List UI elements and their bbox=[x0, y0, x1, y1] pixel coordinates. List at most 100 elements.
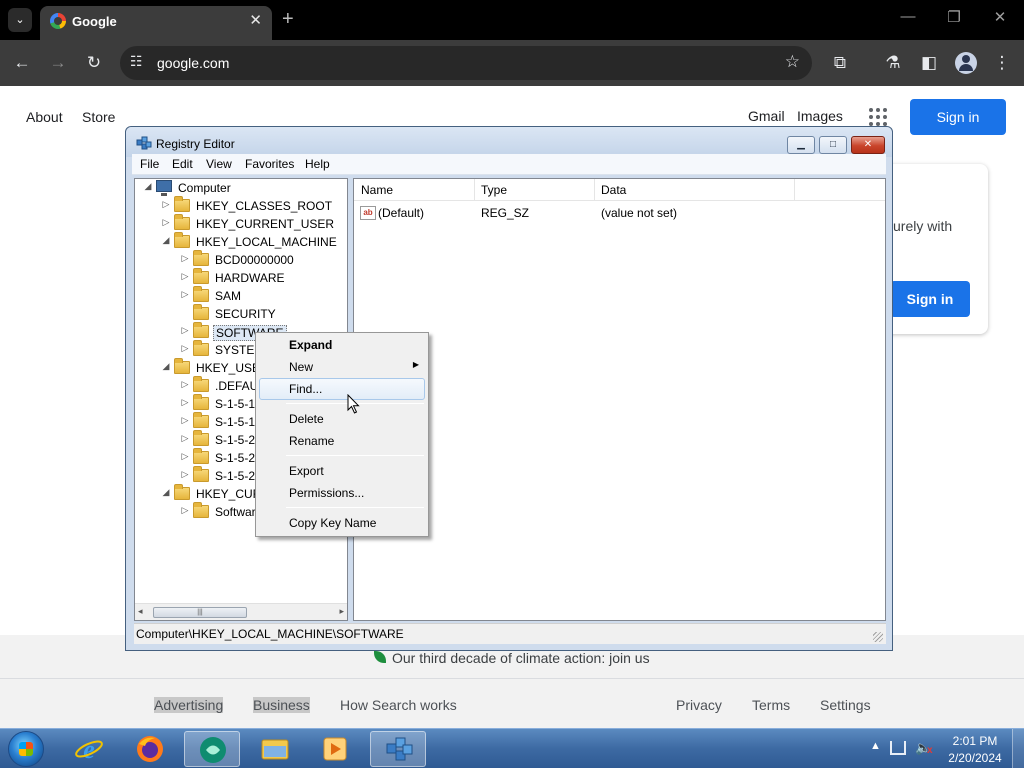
expand-icon[interactable]: ▷ bbox=[161, 199, 171, 210]
reload-icon[interactable]: ↻ bbox=[83, 52, 105, 74]
expand-icon[interactable]: ▷ bbox=[180, 325, 190, 336]
close-tab-icon[interactable]: ✕ bbox=[249, 11, 262, 29]
start-button[interactable] bbox=[8, 731, 44, 767]
show-desktop-button[interactable] bbox=[1012, 729, 1024, 768]
about-link[interactable]: About bbox=[26, 109, 63, 125]
taskbar-chat-app[interactable] bbox=[184, 731, 240, 767]
tree-node-label[interactable]: .DEFAU bbox=[213, 379, 260, 393]
resize-grip-icon[interactable] bbox=[873, 632, 883, 642]
tree-node-label[interactable]: S-1-5-1 bbox=[213, 397, 257, 411]
column-divider[interactable] bbox=[474, 179, 475, 200]
column-type[interactable]: Type bbox=[481, 183, 507, 200]
taskbar-registry-editor[interactable] bbox=[370, 731, 426, 767]
collapse-icon[interactable]: ◢ bbox=[161, 235, 171, 246]
sign-in-button[interactable]: Sign in bbox=[910, 99, 1006, 135]
column-divider[interactable] bbox=[594, 179, 595, 200]
menu-item-export[interactable]: Export bbox=[259, 460, 425, 482]
registry-editor-titlebar[interactable]: Registry Editor ▁ □ ✕ bbox=[126, 127, 892, 157]
business-link[interactable]: Business bbox=[253, 697, 310, 713]
menu-favorites[interactable]: Favorites bbox=[245, 157, 294, 171]
column-divider[interactable] bbox=[794, 179, 795, 200]
tree-node-label[interactable]: HKEY_CUR bbox=[194, 487, 263, 501]
how-search-works-link[interactable]: How Search works bbox=[340, 697, 457, 713]
expand-icon[interactable]: ▷ bbox=[180, 433, 190, 444]
tree-node-label[interactable]: SAM bbox=[213, 289, 243, 303]
store-link[interactable]: Store bbox=[82, 109, 115, 125]
menu-item-delete[interactable]: Delete bbox=[259, 408, 425, 430]
tree-node-label[interactable]: S-1-5-2 bbox=[213, 433, 257, 447]
tab-search-button[interactable]: ⌄ bbox=[8, 8, 32, 32]
bookmark-star-icon[interactable]: ☆ bbox=[785, 52, 800, 72]
close-button[interactable]: ✕ bbox=[851, 136, 885, 154]
tree-node-label[interactable]: S-1-5-2 bbox=[213, 469, 257, 483]
taskbar-file-explorer[interactable] bbox=[247, 731, 303, 767]
menu-item-copy-key-name[interactable]: Copy Key Name bbox=[259, 512, 425, 534]
menu-item-new[interactable]: New ▶ bbox=[259, 356, 425, 378]
forward-icon[interactable]: → bbox=[47, 52, 69, 74]
tree-node-label[interactable]: SECURITY bbox=[213, 307, 278, 321]
expand-icon[interactable]: ▷ bbox=[180, 271, 190, 282]
new-tab-button[interactable]: + bbox=[282, 8, 294, 30]
images-link[interactable]: Images bbox=[797, 108, 843, 124]
menu-item-find[interactable]: Find... bbox=[259, 378, 425, 400]
tree-horizontal-scrollbar[interactable]: ◂ ||| ▸ bbox=[135, 603, 347, 620]
expand-icon[interactable]: ▷ bbox=[180, 343, 190, 354]
collapse-icon[interactable]: ◢ bbox=[161, 487, 171, 498]
advertising-link[interactable]: Advertising bbox=[154, 697, 224, 713]
url-text[interactable]: google.com bbox=[157, 55, 229, 71]
address-bar[interactable]: ☷ google.com ☆ bbox=[120, 46, 812, 80]
menu-item-rename[interactable]: Rename bbox=[259, 430, 425, 452]
extensions-icon[interactable]: ⧉ bbox=[829, 52, 851, 74]
browser-tab[interactable]: Google ✕ bbox=[40, 6, 272, 40]
expand-icon[interactable]: ▷ bbox=[180, 253, 190, 264]
taskbar-media-player[interactable] bbox=[307, 731, 363, 767]
climate-link[interactable]: Our third decade of climate action: join… bbox=[392, 650, 650, 666]
window-close-button[interactable]: ✕ bbox=[990, 8, 1010, 26]
show-hidden-icons-icon[interactable]: ▲ bbox=[870, 740, 881, 752]
tree-node-label[interactable]: Computer bbox=[176, 181, 233, 195]
expand-icon[interactable]: ▷ bbox=[180, 451, 190, 462]
scroll-right-arrow-icon[interactable]: ▸ bbox=[339, 606, 344, 617]
tree-node-label[interactable]: HKEY_CURRENT_USER bbox=[194, 217, 336, 231]
taskbar-internet-explorer[interactable]: e bbox=[61, 731, 117, 767]
tree-node-label[interactable]: HARDWARE bbox=[213, 271, 287, 285]
promo-sign-in-button[interactable]: Sign in bbox=[890, 281, 970, 317]
expand-icon[interactable]: ▷ bbox=[161, 217, 171, 228]
expand-icon[interactable]: ▷ bbox=[180, 289, 190, 300]
collapse-icon[interactable]: ◢ bbox=[143, 181, 153, 192]
menu-help[interactable]: Help bbox=[305, 157, 330, 171]
menu-edit[interactable]: Edit bbox=[172, 157, 193, 171]
settings-link[interactable]: Settings bbox=[820, 697, 871, 713]
window-restore-button[interactable]: ❐ bbox=[944, 8, 964, 26]
value-row[interactable]: ab (Default) REG_SZ (value not set) bbox=[354, 203, 885, 223]
clock-date[interactable]: 2/20/2024 bbox=[944, 751, 1006, 765]
menu-item-expand[interactable]: Expand bbox=[259, 334, 425, 356]
maximize-button[interactable]: □ bbox=[819, 136, 847, 154]
menu-view[interactable]: View bbox=[206, 157, 232, 171]
window-minimize-button[interactable]: — bbox=[898, 8, 918, 25]
expand-icon[interactable]: ▷ bbox=[180, 379, 190, 390]
tree-node-label[interactable]: BCD00000000 bbox=[213, 253, 296, 267]
site-info-icon[interactable]: ☷ bbox=[130, 53, 143, 70]
values-list-pane[interactable]: Name Type Data ab (Default) REG_SZ (valu… bbox=[353, 178, 886, 621]
tree-node-label[interactable]: HKEY_LOCAL_MACHINE bbox=[194, 235, 339, 249]
terms-link[interactable]: Terms bbox=[752, 697, 790, 713]
clock-time[interactable]: 2:01 PM bbox=[950, 734, 1000, 748]
back-icon[interactable]: ← bbox=[11, 52, 33, 74]
scrollbar-thumb[interactable]: ||| bbox=[153, 607, 247, 618]
tree-node-label[interactable]: HKEY_CLASSES_ROOT bbox=[194, 199, 334, 213]
privacy-link[interactable]: Privacy bbox=[676, 697, 722, 713]
network-icon[interactable] bbox=[890, 741, 906, 755]
gmail-link[interactable]: Gmail bbox=[748, 108, 785, 124]
taskbar-firefox[interactable] bbox=[122, 731, 178, 767]
expand-icon[interactable]: ▷ bbox=[180, 415, 190, 426]
minimize-button[interactable]: ▁ bbox=[787, 136, 815, 154]
expand-icon[interactable]: ▷ bbox=[180, 469, 190, 480]
expand-icon[interactable]: ▷ bbox=[180, 505, 190, 516]
chrome-menu-icon[interactable]: ⋮ bbox=[991, 52, 1013, 74]
profile-icon[interactable] bbox=[955, 52, 977, 74]
scroll-left-arrow-icon[interactable]: ◂ bbox=[138, 606, 143, 617]
tree-node-label[interactable]: Softwar bbox=[213, 505, 258, 519]
collapse-icon[interactable]: ◢ bbox=[161, 361, 171, 372]
labs-icon[interactable]: ⚗ bbox=[882, 52, 904, 74]
